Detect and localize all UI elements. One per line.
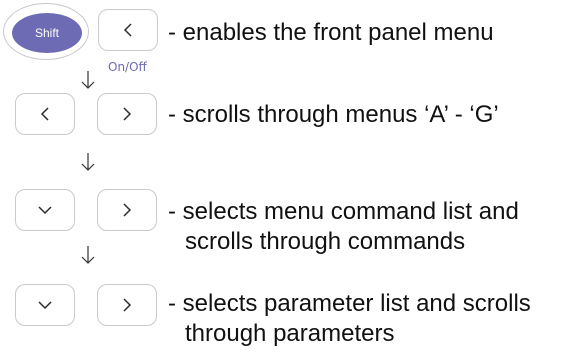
- chevron-right-icon: [123, 107, 132, 121]
- chevron-down-icon: [38, 206, 52, 215]
- down-arrow-key[interactable]: [15, 189, 75, 231]
- shift-key[interactable]: Shift: [3, 3, 89, 60]
- left-arrow-key[interactable]: [98, 9, 158, 51]
- step-4-description-continued: through parameters: [185, 320, 395, 347]
- chevron-left-icon: [40, 107, 49, 121]
- left-arrow-key[interactable]: [15, 93, 75, 135]
- on-off-label: On/Off: [108, 60, 147, 74]
- step-3-description-continued: scrolls through commands: [185, 228, 466, 255]
- down-arrow-key[interactable]: [15, 284, 75, 326]
- down-arrow-icon: [81, 71, 95, 89]
- shift-key-label: Shift: [12, 13, 82, 53]
- chevron-down-icon: [38, 301, 52, 310]
- right-arrow-key[interactable]: [97, 284, 157, 326]
- step-3-description: - selects menu command list and: [168, 198, 519, 225]
- chevron-right-icon: [123, 203, 132, 217]
- chevron-right-icon: [123, 298, 132, 312]
- down-arrow-icon: [81, 153, 95, 171]
- chevron-left-icon: [123, 23, 132, 37]
- step-1-description: - enables the front panel menu: [168, 19, 494, 46]
- down-arrow-icon: [81, 246, 95, 264]
- right-arrow-key[interactable]: [97, 189, 157, 231]
- right-arrow-key[interactable]: [97, 93, 157, 135]
- step-4-description: - selects parameter list and scrolls: [168, 290, 531, 317]
- step-2-description: - scrolls through menus ‘A’ - ‘G’: [168, 101, 499, 128]
